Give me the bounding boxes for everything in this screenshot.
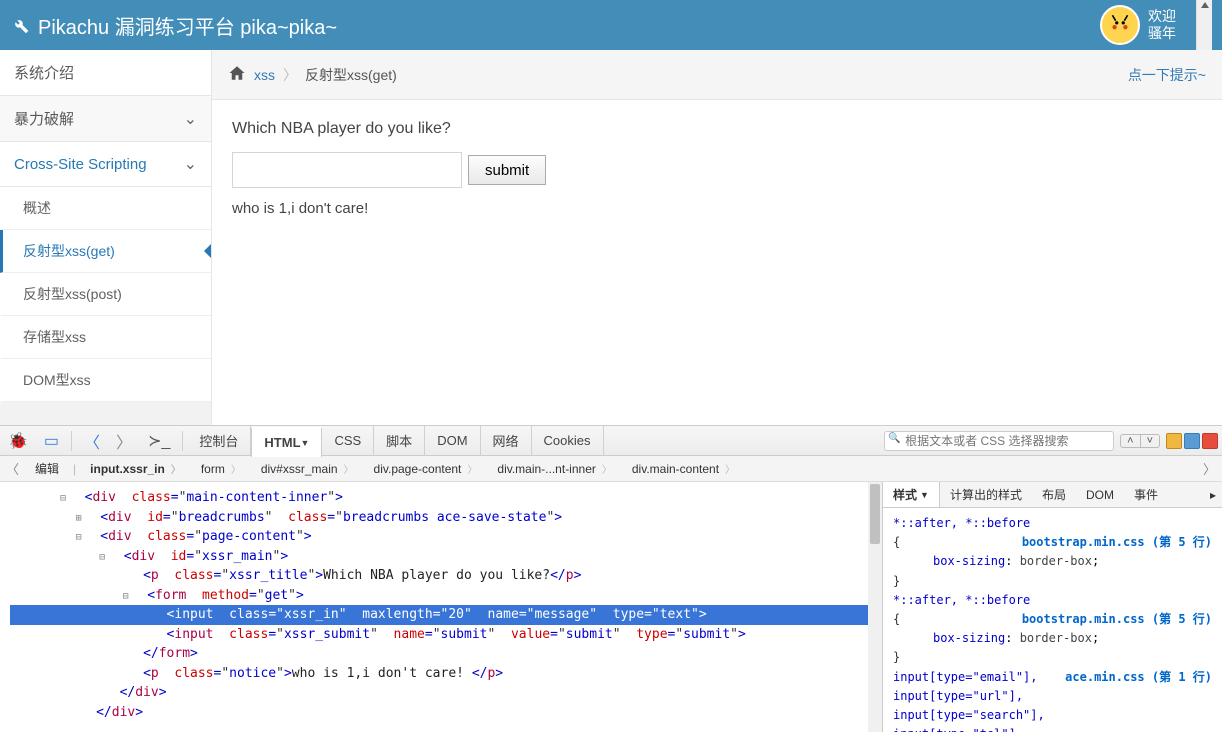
tab-dom[interactable]: DOM (425, 426, 480, 456)
side-tab-styles[interactable]: 样式▼ (883, 482, 940, 507)
tab-net[interactable]: 网络 (481, 426, 532, 456)
notice-text: who is 1,i don't care! (232, 200, 1202, 217)
sidebar-sub-xss-get[interactable]: 反射型xss(get) (0, 230, 211, 273)
chevron-down-icon: ⌄ (184, 154, 197, 174)
avatar (1100, 5, 1140, 45)
twisty-icon[interactable]: ⊟ (120, 589, 132, 604)
twisty-icon[interactable]: ⊟ (73, 530, 85, 545)
styles-panel: 样式▼ 计算出的样式 布局 DOM 事件 ▸ *::after, *::befo… (882, 482, 1222, 732)
hint-link[interactable]: 点一下提示~ (1128, 65, 1206, 85)
devtools-toolbar: 🐞 ▭ 〈 〉 ≻_ 控制台 HTML ▼ CSS 脚本 DOM 网络 Cook… (0, 426, 1222, 456)
sidebar-sub-xss-post[interactable]: 反射型xss(post) (0, 273, 211, 316)
app-header: Pikachu 漏洞练习平台 pika~pika~ 欢迎 骚年 (0, 0, 1222, 50)
tab-script[interactable]: 脚本 (374, 426, 425, 456)
breadcrumb-back-icon[interactable]: 〈 (6, 459, 19, 478)
breadcrumb-current: 反射型xss(get) (305, 65, 397, 85)
devtools-search-input[interactable] (884, 431, 1114, 451)
welcome-text: 欢迎 骚年 (1148, 8, 1176, 42)
wrench-icon (10, 15, 30, 35)
app-title: Pikachu 漏洞练习平台 pika~pika~ (10, 11, 337, 40)
breadcrumb-forward-icon[interactable]: 〉 (1203, 459, 1216, 478)
tab-console[interactable]: 控制台 (187, 426, 251, 456)
submit-button[interactable]: submit (468, 155, 546, 185)
page-title: Which NBA player do you like? (232, 120, 1202, 138)
minimize-button[interactable] (1166, 433, 1182, 449)
page-scrollbar[interactable] (1196, 0, 1212, 50)
css-source-link[interactable]: bootstrap.min.css (第 5 行) (1022, 533, 1212, 552)
firebug-icon[interactable]: 🐞 (0, 426, 36, 456)
popout-button[interactable] (1184, 433, 1200, 449)
tab-html[interactable]: HTML ▼ (251, 427, 322, 457)
edit-label[interactable]: 编辑 (25, 460, 69, 477)
search-next-icon[interactable]: ˅ (1140, 435, 1159, 447)
devtools-search[interactable] (884, 431, 1114, 451)
devtools-breadcrumb: 〈 编辑 | input.xssr_in form div#xssr_main … (0, 456, 1222, 482)
html-source-panel[interactable]: ⊟ <div class="main-content-inner"> ⊞ <di… (0, 482, 882, 732)
bc-inner[interactable]: div.main-...nt-inner (487, 457, 621, 480)
search-prev-icon[interactable]: ˄ (1121, 435, 1139, 447)
side-tab-more-icon[interactable]: ▸ (1204, 482, 1222, 507)
home-icon[interactable] (228, 64, 246, 85)
sidebar-sub-overview[interactable]: 概述 (0, 187, 211, 230)
chevron-down-icon: ⌄ (184, 109, 197, 129)
bc-form[interactable]: form (191, 457, 251, 480)
sidebar-sub-stored-xss[interactable]: 存储型xss (0, 316, 211, 359)
sidebar-item-intro[interactable]: 系统介绍 (0, 50, 211, 96)
bc-xssrmain[interactable]: div#xssr_main (251, 457, 364, 480)
message-input[interactable] (232, 152, 462, 188)
nav-forward-icon[interactable]: 〉 (108, 426, 140, 456)
user-block[interactable]: 欢迎 骚年 (1080, 5, 1196, 45)
console-toggle-icon[interactable]: ≻_ (140, 426, 178, 456)
tab-cookies[interactable]: Cookies (532, 426, 604, 456)
breadcrumb-separator: 〉 (283, 65, 297, 85)
side-tab-events[interactable]: 事件 (1124, 482, 1168, 507)
css-source-link[interactable]: bootstrap.min.css (第 5 行) (1022, 610, 1212, 629)
sidebar-sub-dom-xss[interactable]: DOM型xss (0, 359, 211, 402)
sidebar: 系统介绍 暴力破解 ⌄ Cross-Site Scripting ⌄ 概述 反射… (0, 50, 212, 425)
twisty-icon[interactable]: ⊟ (57, 491, 69, 506)
bc-input[interactable]: input.xssr_in (80, 457, 191, 480)
search-nav-group[interactable]: ˄˅ (1120, 434, 1160, 448)
css-source-link[interactable]: ace.min.css (第 1 行) (1065, 668, 1212, 687)
twisty-icon[interactable]: ⊞ (73, 511, 85, 526)
inspector-icon[interactable]: ▭ (36, 426, 67, 456)
side-tab-dom[interactable]: DOM (1076, 482, 1124, 507)
sidebar-item-xss[interactable]: Cross-Site Scripting ⌄ (0, 142, 211, 187)
html-scrollbar[interactable] (868, 482, 882, 732)
close-button[interactable] (1202, 433, 1218, 449)
devtools: 🐞 ▭ 〈 〉 ≻_ 控制台 HTML ▼ CSS 脚本 DOM 网络 Cook… (0, 425, 1222, 732)
side-tab-computed[interactable]: 计算出的样式 (940, 482, 1032, 507)
dropdown-icon: ▼ (301, 438, 310, 448)
breadcrumb: xss 〉 反射型xss(get) 点一下提示~ (212, 50, 1222, 100)
breadcrumb-link-xss[interactable]: xss (254, 67, 275, 83)
dropdown-icon: ▼ (920, 490, 929, 500)
side-tab-layout[interactable]: 布局 (1032, 482, 1076, 507)
nav-back-icon[interactable]: 〈 (76, 426, 108, 456)
twisty-icon[interactable]: ⊟ (96, 550, 108, 565)
tab-css[interactable]: CSS (322, 426, 374, 456)
scroll-up-arrow[interactable] (1201, 2, 1209, 8)
bc-maincontent[interactable]: div.main-content (622, 457, 745, 480)
bc-pagecontent[interactable]: div.page-content (364, 457, 488, 480)
sidebar-item-brute[interactable]: 暴力破解 ⌄ (0, 96, 211, 142)
